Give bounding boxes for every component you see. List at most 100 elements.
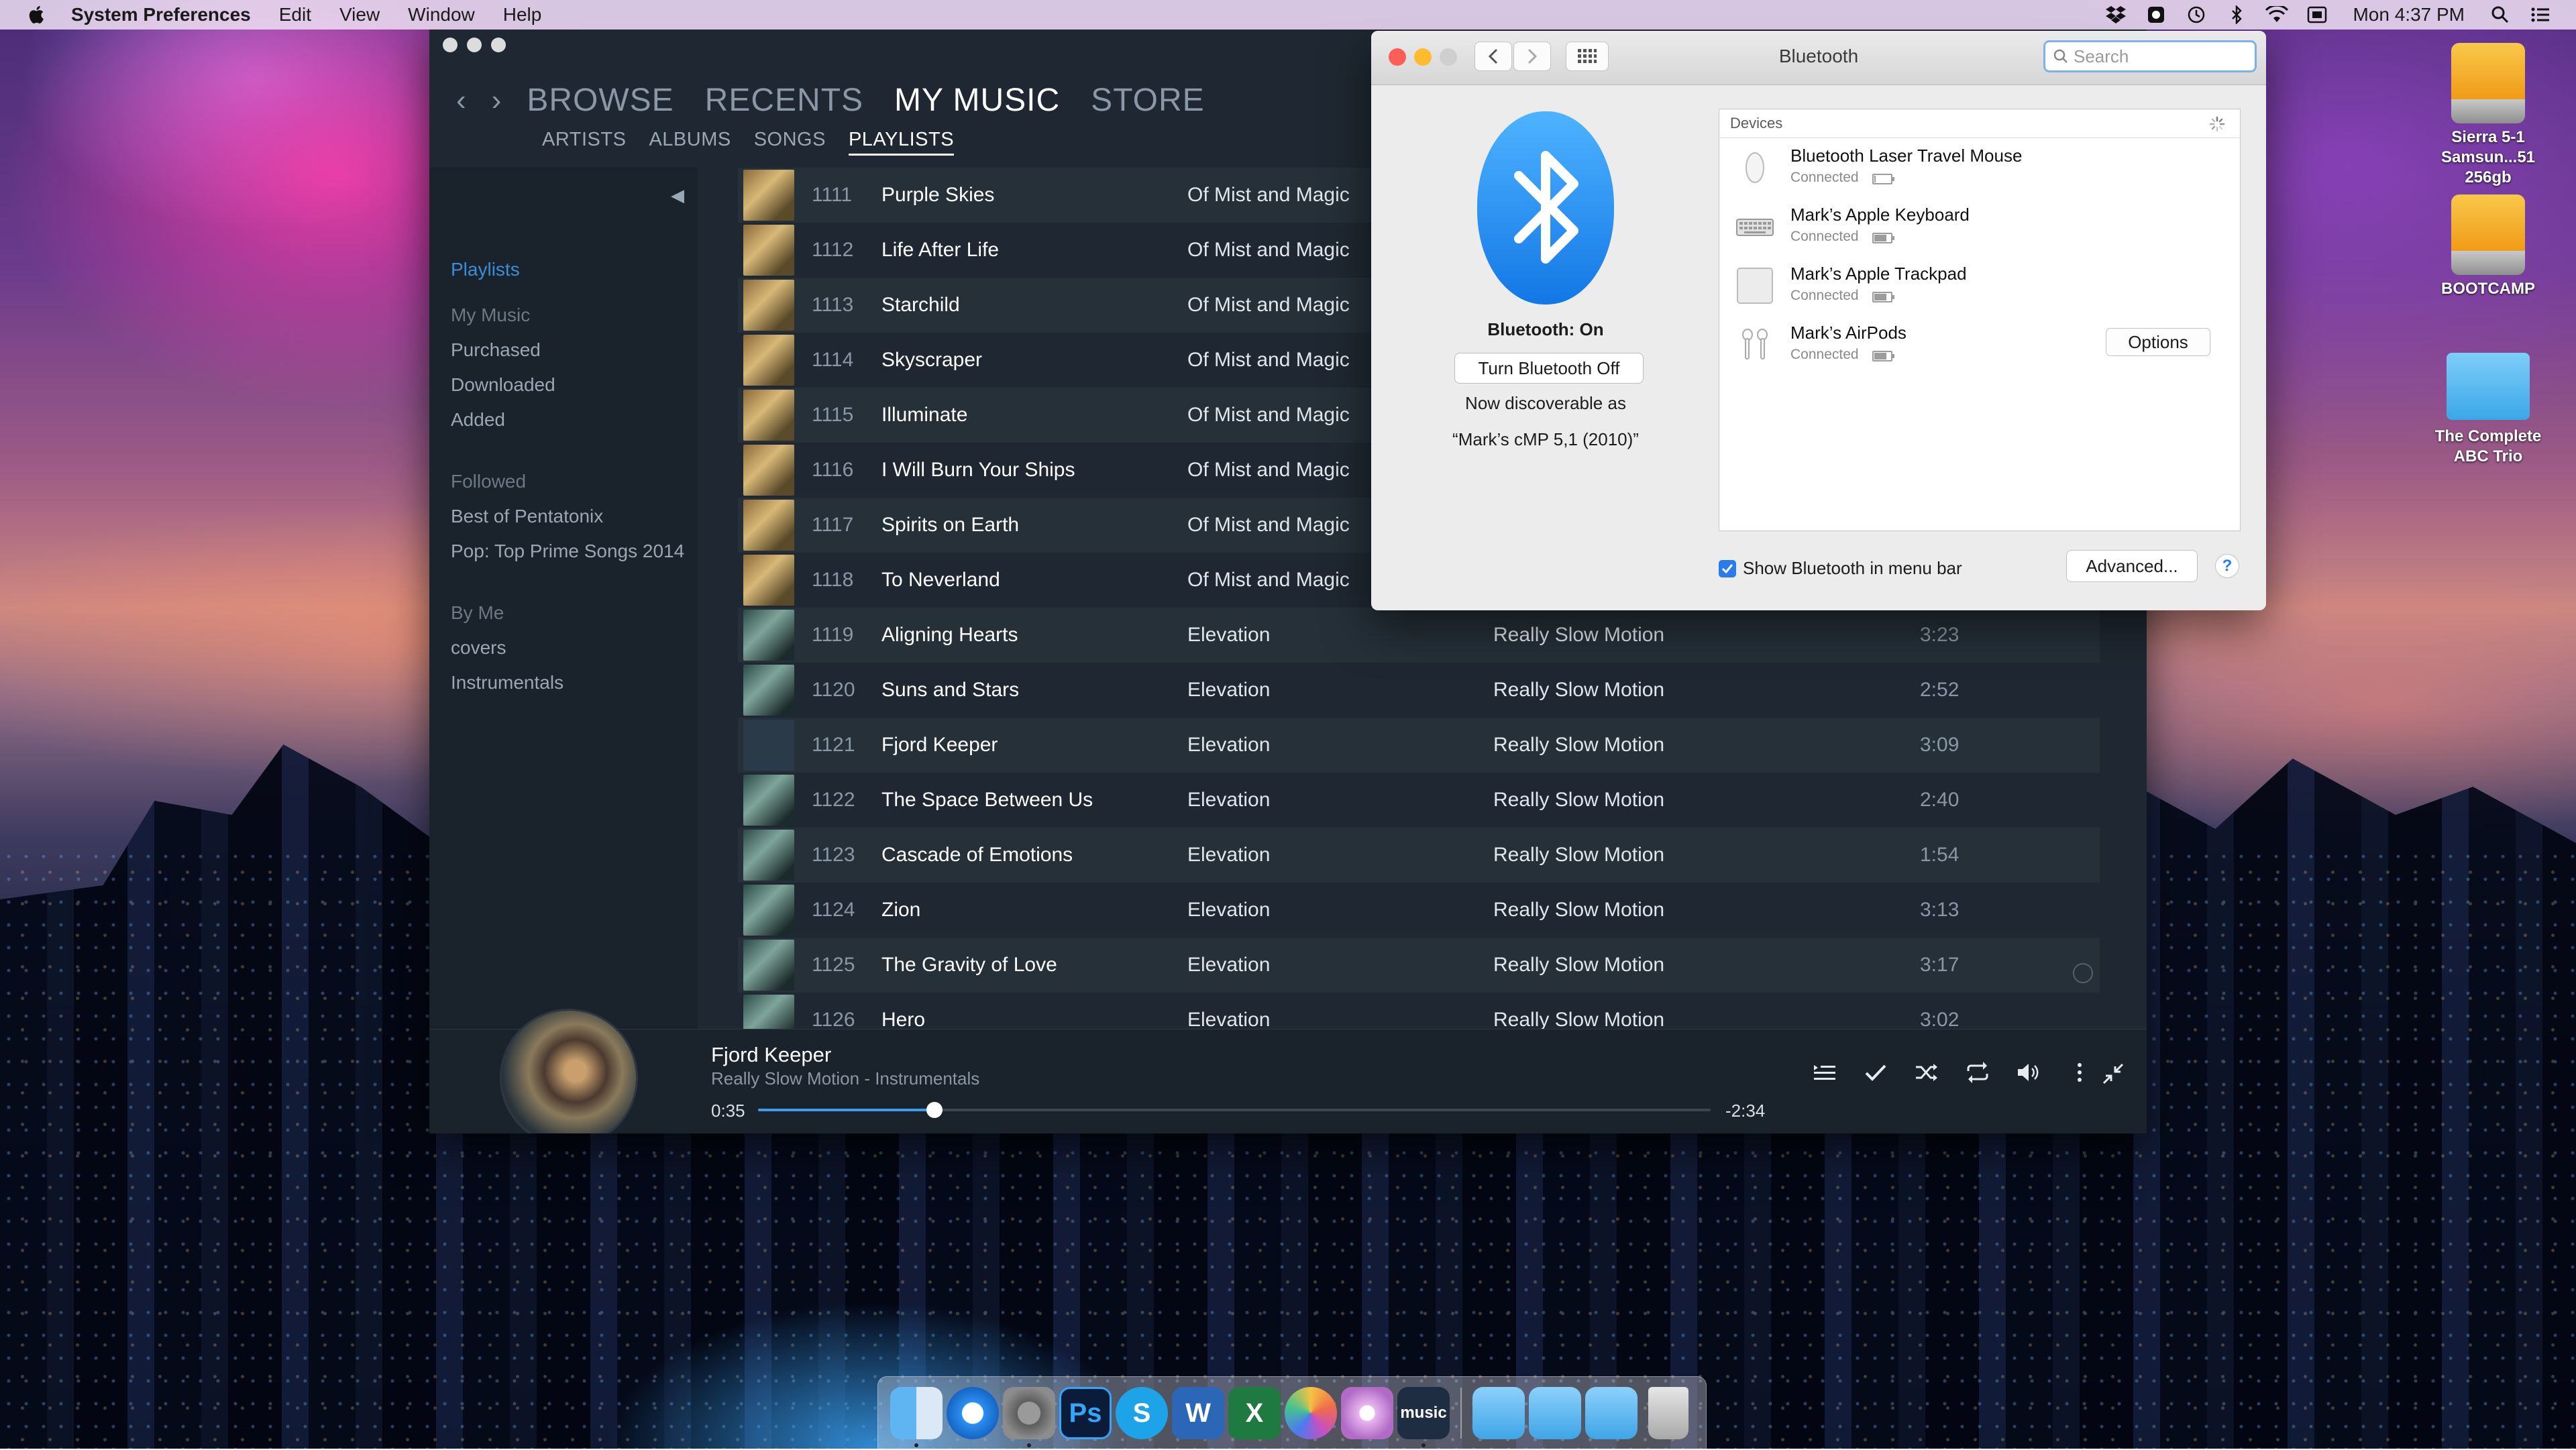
track-title[interactable]: Starchild [881, 294, 1187, 317]
notification-center-icon[interactable] [2529, 5, 2552, 25]
checkmark-icon[interactable] [1862, 1059, 1889, 1086]
tab-browse[interactable]: BROWSE [527, 82, 674, 119]
sidebar-item-purchased[interactable]: Purchased [451, 339, 541, 361]
word-icon[interactable]: W [1172, 1387, 1224, 1439]
documents-folder-icon[interactable] [1529, 1387, 1581, 1439]
subtab-songs[interactable]: SONGS [754, 129, 826, 156]
advanced-button[interactable]: Advanced... [2066, 550, 2198, 582]
desktop-folder-abc-trio[interactable]: The Complete ABC Trio [2424, 353, 2552, 467]
device-row[interactable]: Mark’s AirPods Connected Options [1719, 316, 2240, 375]
track-title[interactable]: Aligning Hearts [881, 624, 1187, 647]
app-status-icon[interactable] [2145, 5, 2167, 25]
track-title[interactable]: The Gravity of Love [881, 954, 1187, 977]
playback-progress-bar[interactable] [758, 1102, 1711, 1118]
time-machine-icon[interactable] [2185, 5, 2208, 25]
system-preferences-icon[interactable] [1003, 1387, 1055, 1447]
sidebar-item-best-of-pentatonix[interactable]: Best of Pentatonix [451, 506, 603, 527]
queue-icon[interactable] [1811, 1059, 1838, 1086]
show-in-menubar-checkbox[interactable] [1719, 559, 1736, 577]
menu-window[interactable]: Window [408, 4, 475, 25]
track-title[interactable]: The Space Between Us [881, 789, 1187, 812]
desktop-drive-bootcamp[interactable]: BOOTCAMP [2424, 194, 2552, 299]
flower-app-icon[interactable] [1341, 1387, 1393, 1439]
track-title[interactable]: Fjord Keeper [881, 734, 1187, 757]
help-button[interactable]: ? [2215, 554, 2239, 578]
track-row[interactable]: 1122 The Space Between Us Elevation Really … [738, 773, 2100, 828]
track-title[interactable]: Purple Skies [881, 184, 1187, 207]
apple-menu-icon[interactable] [25, 3, 48, 26]
track-row[interactable]: 1119 Aligning Hearts Elevation Really Slow … [738, 608, 2100, 663]
finder-icon[interactable] [890, 1387, 943, 1447]
forward-arrow-icon[interactable]: › [492, 84, 502, 117]
tab-store[interactable]: STORE [1091, 82, 1204, 119]
device-row[interactable]: Bluetooth Laser Travel Mouse Connected [1719, 139, 2240, 198]
subtab-artists[interactable]: ARTISTS [542, 129, 626, 156]
subtab-albums[interactable]: ALBUMS [649, 129, 731, 156]
applications-folder-icon[interactable] [1472, 1387, 1525, 1439]
search-field[interactable]: Search [2043, 40, 2257, 72]
track-title[interactable]: Skyscraper [881, 349, 1187, 372]
track-row[interactable]: 1123 Cascade of Emotions Elevation Really S… [738, 828, 2100, 883]
back-arrow-icon[interactable]: ‹ [456, 84, 466, 117]
minimize-player-icon[interactable] [2100, 1060, 2127, 1087]
window-zoom-button[interactable] [491, 38, 506, 52]
sidebar-item-instrumentals[interactable]: Instrumentals [451, 672, 564, 693]
wifi-icon[interactable] [2265, 5, 2289, 25]
track-row[interactable]: 1120 Suns and Stars Elevation Really Slow M… [738, 663, 2100, 718]
downloads-folder-icon[interactable] [1585, 1387, 1638, 1439]
turn-bluetooth-off-button[interactable]: Turn Bluetooth Off [1454, 353, 1644, 384]
menu-view[interactable]: View [339, 4, 380, 25]
sidebar-playlists-heading[interactable]: Playlists [451, 259, 520, 280]
device-row[interactable]: Mark’s Apple Trackpad Connected [1719, 257, 2240, 316]
safari-icon[interactable] [947, 1387, 999, 1439]
spotlight-search-icon[interactable] [2489, 5, 2512, 25]
trash-icon[interactable] [1648, 1387, 1688, 1439]
bluetooth-status-icon[interactable] [2225, 5, 2248, 25]
sidebar-item-downloaded[interactable]: Downloaded [451, 374, 555, 396]
track-row[interactable]: 1121 Fjord Keeper Elevation Really Slow Mot… [738, 718, 2100, 773]
track-title[interactable]: Spirits on Earth [881, 514, 1187, 537]
track-title[interactable]: Hero [881, 1009, 1187, 1031]
input-source-icon[interactable] [2306, 5, 2328, 25]
window-minimize-button[interactable] [467, 38, 482, 52]
shuffle-icon[interactable] [1913, 1059, 1940, 1086]
dropbox-icon[interactable] [2104, 5, 2127, 25]
excel-icon[interactable]: X [1228, 1387, 1281, 1439]
menu-app-name[interactable]: System Preferences [71, 4, 251, 25]
desktop-drive-sierra[interactable]: Sierra 5-1 Samsun...51 256gb [2424, 43, 2552, 188]
menu-help[interactable]: Help [503, 4, 542, 25]
track-title[interactable]: Illuminate [881, 404, 1187, 427]
volume-icon[interactable] [2015, 1059, 2042, 1086]
now-playing-title[interactable]: Fjord Keeper [711, 1043, 831, 1067]
track-title[interactable]: Zion [881, 899, 1187, 922]
menu-clock[interactable]: Mon 4:37 PM [2353, 4, 2465, 25]
sidebar-item-added[interactable]: Added [451, 409, 505, 431]
repeat-icon[interactable] [1964, 1059, 1991, 1086]
track-title[interactable]: Cascade of Emotions [881, 844, 1187, 867]
subtab-playlists[interactable]: PLAYLISTS [848, 129, 955, 156]
menu-edit[interactable]: Edit [279, 4, 311, 25]
sidebar-my-music-heading[interactable]: My Music [451, 304, 530, 326]
airpods-options-button[interactable]: Options [2106, 328, 2210, 356]
device-row[interactable]: Mark’s Apple Keyboard Connected [1719, 198, 2240, 257]
track-title[interactable]: To Neverland [881, 569, 1187, 592]
show-in-menubar-option[interactable]: Show Bluetooth in menu bar [1719, 558, 1962, 579]
track-row[interactable]: 1125 The Gravity of Love Elevation Really S… [738, 938, 2100, 993]
tab-my-music[interactable]: MY MUSIC [894, 82, 1060, 119]
now-playing-subtitle[interactable]: Really Slow Motion - Instrumentals [711, 1068, 979, 1089]
now-playing-album-art[interactable] [502, 1011, 636, 1133]
collapse-sidebar-icon[interactable]: ◀ [671, 185, 684, 206]
track-row[interactable]: 1124 Zion Elevation Really Slow Motion 3:13 [738, 883, 2100, 938]
sidebar-item-covers[interactable]: covers [451, 637, 506, 659]
progress-knob[interactable] [926, 1102, 943, 1118]
sidebar-item-pop-top-prime[interactable]: Pop: Top Prime Songs 2014 [451, 541, 684, 562]
window-close-button[interactable] [443, 38, 458, 52]
skype-icon[interactable]: S [1116, 1387, 1168, 1439]
photos-icon[interactable] [1285, 1387, 1337, 1439]
amazon-music-icon[interactable]: music [1397, 1387, 1450, 1447]
more-options-icon[interactable] [2066, 1059, 2093, 1086]
photoshop-icon[interactable]: Ps [1059, 1387, 1112, 1439]
scroll-indicator[interactable] [2073, 963, 2093, 983]
track-title[interactable]: I Will Burn Your Ships [881, 459, 1187, 482]
track-title[interactable]: Life After Life [881, 239, 1187, 262]
